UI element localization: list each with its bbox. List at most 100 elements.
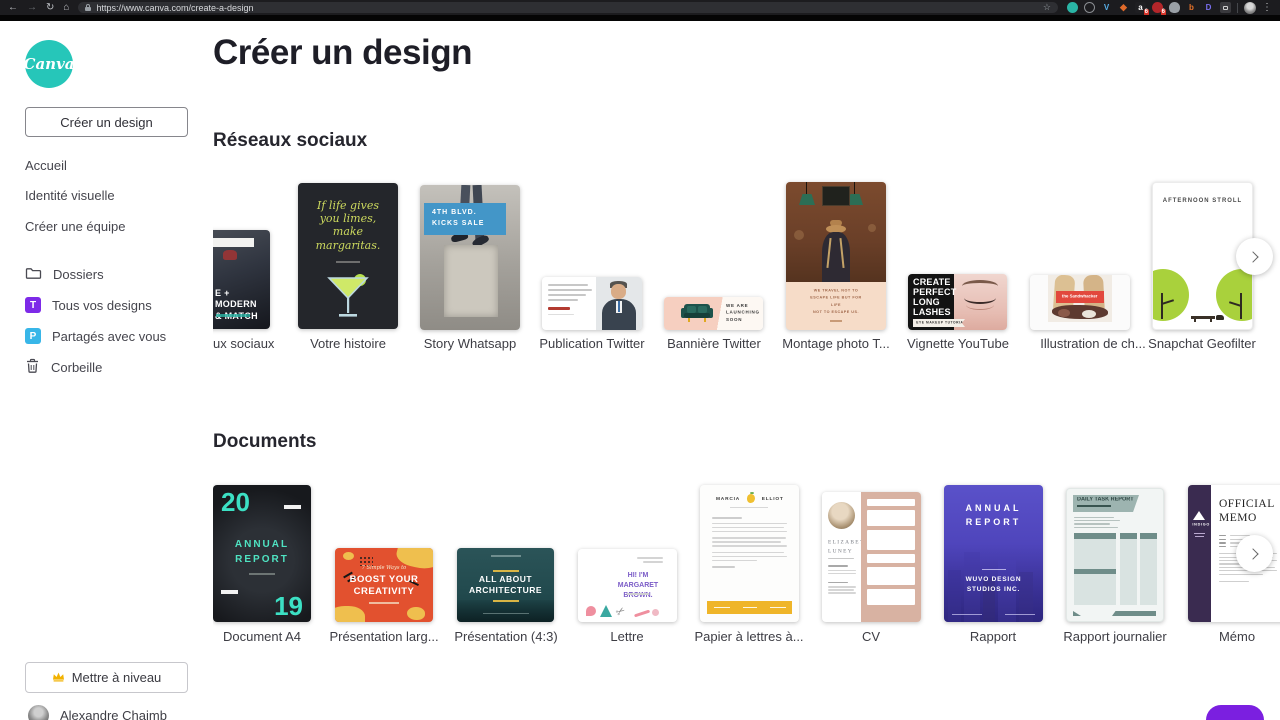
extension-d-icon[interactable]: D	[1203, 2, 1214, 13]
decor	[483, 613, 529, 615]
chevron-right-icon	[1247, 251, 1258, 262]
decor	[1210, 318, 1212, 322]
template-card-montage-photo[interactable]: WE TRAVEL NOT TO ESCAPE LIFE BUT FOR LIF…	[786, 182, 886, 330]
documents-templates-row: 20 ANNUAL REPORT 19 Document A4 7 Simple…	[213, 470, 1280, 660]
user-account[interactable]: Alexandre Chaimb	[28, 705, 167, 720]
template-card-vignette-youtube[interactable]: CREATE PERFECT LONG LASHES EYE MAKEUP TU…	[908, 274, 1007, 330]
thumbnail-text: AFTERNOON STROLL	[1160, 198, 1244, 204]
extension-ghost-icon[interactable]	[1169, 2, 1180, 13]
upgrade-button[interactable]: Mettre à niveau	[25, 662, 188, 693]
template-card-presentation-large[interactable]: 7 Simple Ways to BOOST YOUR CREATIVITY	[335, 548, 433, 622]
page-title: Créer un design	[213, 33, 472, 73]
template-card-lettre[interactable]: HI! I'M MARGARET BROWN. ✂	[578, 549, 677, 622]
template-card-publication-twitter[interactable]	[542, 277, 642, 330]
decor	[712, 517, 787, 568]
decor	[493, 600, 519, 602]
decor	[652, 609, 659, 616]
help-button[interactable]	[1206, 705, 1264, 720]
refresh-icon[interactable]: ↻	[46, 3, 54, 13]
scissors-icon: ✂	[613, 604, 628, 620]
documents-row-next-button[interactable]	[1236, 535, 1273, 572]
extension-teal-dot-icon[interactable]	[1067, 2, 1078, 13]
decor	[730, 507, 768, 508]
decor: EYE MAKEUP TUTORIAL	[913, 319, 965, 327]
social-row-next-button[interactable]	[1236, 238, 1273, 275]
browser-menu-icon[interactable]: ⋮	[1262, 2, 1272, 13]
thumbnail-text: the Sandwhacker	[1062, 295, 1098, 299]
forward-icon[interactable]: →	[27, 3, 37, 13]
template-card-banniere-twitter[interactable]: WE ARE LAUNCHING SOON	[664, 297, 763, 330]
address-bar[interactable]: https://www.canva.com/create-a-design ☆	[78, 2, 1058, 13]
template-card-illustration[interactable]: the Sandwhacker	[1030, 275, 1130, 330]
browser-profile-avatar[interactable]	[1244, 2, 1256, 14]
sidebar-item-accueil[interactable]: Accueil	[25, 158, 67, 173]
canva-logo[interactable]: Canva	[25, 40, 73, 88]
decor	[491, 555, 521, 557]
decor: DAILY TASK REPORT	[1073, 495, 1139, 512]
sidebar-item-label: Dossiers	[53, 267, 104, 282]
home-icon[interactable]: ⌂	[63, 3, 69, 13]
thumbnail-text: ANNUAL REPORT	[213, 537, 311, 567]
margarita-icon	[325, 271, 371, 326]
decor	[223, 250, 237, 260]
decor: the Sandwhacker	[1056, 291, 1104, 303]
template-card-social-post[interactable]: E + MODERN & MATCH	[213, 230, 270, 329]
shared-icon: P	[25, 328, 41, 344]
sidebar-item-partages-avec-vous[interactable]: P Partagés avec vous	[25, 328, 166, 344]
designs-icon: T	[25, 297, 41, 313]
user-avatar	[28, 705, 49, 720]
thumbnail-text: 4TH BLVD. KICKS SALE	[424, 203, 506, 235]
thumbnail-text: ELLIOT	[762, 496, 784, 501]
extension-glyph: ◆	[1120, 3, 1127, 12]
decor	[1161, 293, 1163, 319]
decor	[861, 492, 921, 622]
decor	[284, 505, 301, 509]
decor	[830, 320, 842, 322]
template-card-story-whatsapp[interactable]: 4TH BLVD. KICKS SALE	[420, 185, 520, 330]
sidebar: Canva Créer un design Accueil Identité v…	[0, 21, 213, 720]
thumbnail-text: If life gives you limes, make margaritas…	[298, 199, 398, 252]
url-text[interactable]: https://www.canva.com/create-a-design	[96, 3, 253, 13]
template-card-votre-histoire[interactable]: If life gives you limes, make margaritas…	[298, 183, 398, 329]
decor	[707, 601, 792, 614]
sidebar-item-corbeille[interactable]: Corbeille	[25, 358, 102, 377]
decor	[335, 606, 365, 622]
user-name: Alexandre Chaimb	[60, 708, 167, 720]
back-icon[interactable]: ←	[8, 3, 18, 13]
extension-red-icon[interactable]: 6	[1152, 2, 1163, 13]
browser-bottom-strip	[0, 15, 1280, 21]
sidebar-item-creer-une-equipe[interactable]: Créer une équipe	[25, 219, 125, 234]
decor	[786, 182, 886, 282]
extension-glyph: b	[1189, 4, 1194, 12]
sidebar-item-tous-vos-designs[interactable]: T Tous vos designs	[25, 297, 152, 313]
create-design-button[interactable]: Créer un design	[25, 107, 188, 137]
sidebar-item-dossiers[interactable]: Dossiers	[25, 266, 104, 283]
extension-ring-icon[interactable]	[1084, 2, 1095, 13]
decor	[1140, 533, 1157, 605]
template-card-rapport[interactable]: ANNUAL REPORT WUVO DESIGN STUDIOS INC.	[944, 485, 1043, 622]
decor	[1112, 611, 1156, 616]
template-label: Mémo	[1162, 629, 1280, 644]
extension-camera-icon[interactable]	[1220, 2, 1231, 13]
extension-a-icon[interactable]: a6	[1135, 2, 1146, 13]
template-card-document-a4[interactable]: 20 ANNUAL REPORT 19	[213, 485, 311, 622]
thumbnail-text: EYE MAKEUP TUTORIAL	[913, 321, 966, 324]
template-card-rapport-journalier[interactable]: DAILY TASK REPORT	[1066, 488, 1164, 622]
decor	[1152, 269, 1189, 321]
extension-diamond-icon[interactable]: ◆	[1118, 2, 1129, 13]
template-card-cv[interactable]: ELIZABETH LUNEY	[822, 492, 921, 622]
bookmark-star-icon[interactable]: ☆	[1043, 2, 1051, 13]
folder-icon	[25, 266, 42, 283]
decor	[221, 590, 238, 594]
thumbnail-text: WE ARE LAUNCHING SOON	[726, 303, 760, 324]
template-card-papier-a-lettres[interactable]: MARCIA ELLIOT	[700, 485, 799, 622]
thumbnail-text: ANNUAL REPORT	[944, 501, 1043, 530]
sidebar-item-identite-visuelle[interactable]: Identité visuelle	[25, 188, 115, 203]
decor	[343, 552, 354, 560]
extensions-area: V ◆ a6 6 b D ⋮	[1067, 2, 1272, 14]
extension-v-icon[interactable]: V	[1101, 2, 1112, 13]
thumbnail-text: OFFICIAL MEMO	[1219, 497, 1275, 526]
template-card-presentation-43[interactable]: ALL ABOUT ARCHITECTURE	[457, 548, 554, 622]
template-label: Snapchat Geofilter	[1127, 336, 1277, 351]
extension-b-icon[interactable]: b	[1186, 2, 1197, 13]
